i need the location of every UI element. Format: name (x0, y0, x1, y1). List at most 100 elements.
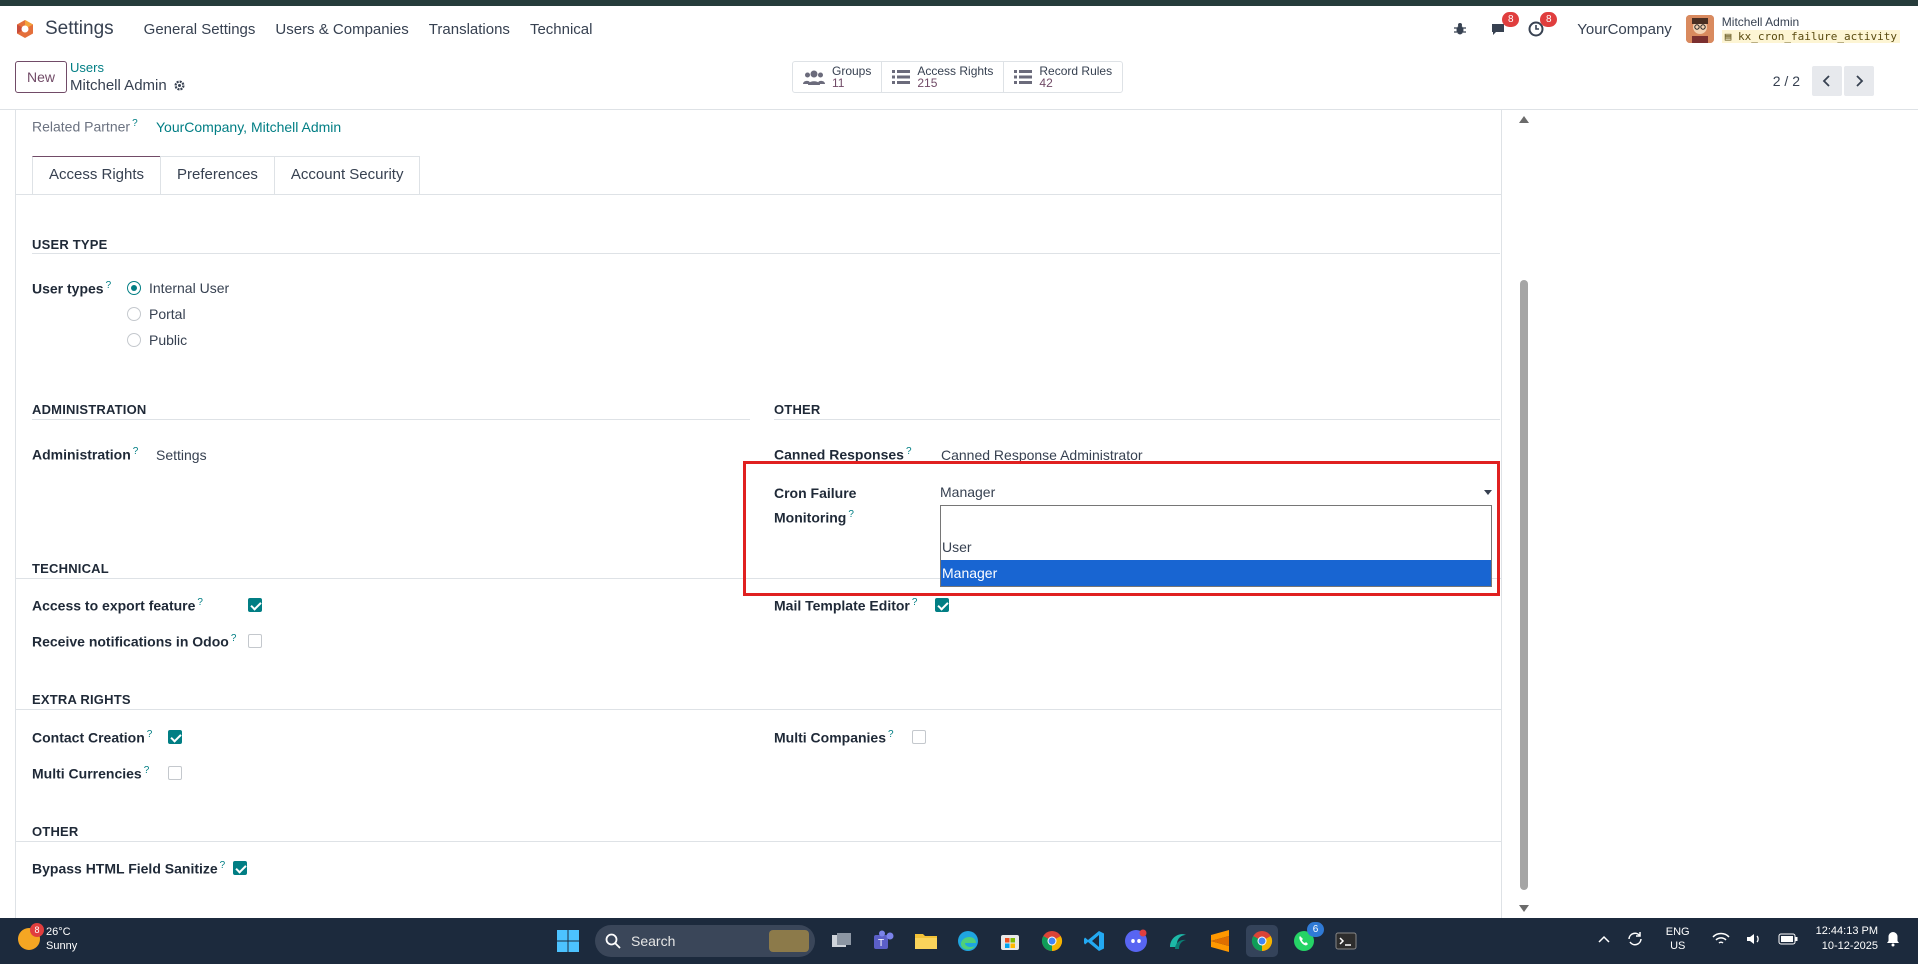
stat-groups-value: 11 (832, 76, 845, 90)
weather-temp: 26°C (46, 926, 71, 938)
search-highlight-icon (769, 930, 809, 952)
notification-bell-icon[interactable] (1886, 931, 1900, 947)
user-avatar[interactable] (1685, 15, 1714, 43)
scroll-up-arrow-icon[interactable] (1519, 116, 1529, 123)
multi-currencies-checkbox[interactable] (168, 766, 182, 780)
pager-previous-button[interactable] (1812, 66, 1842, 96)
menu-users-companies[interactable]: Users & Companies (265, 21, 418, 38)
tab-preferences[interactable]: Preferences (160, 156, 275, 194)
breadcrumb-users[interactable]: Users (70, 60, 104, 75)
microsoft-store-icon[interactable] (994, 925, 1026, 957)
breadcrumb-current-label: Mitchell Admin (70, 77, 167, 94)
chat-badge: 8 (1502, 12, 1520, 27)
main-navbar: Settings General Settings Users & Compan… (0, 6, 1918, 52)
chrome-active-icon[interactable] (1246, 925, 1278, 957)
chat-icon[interactable]: 8 (1487, 12, 1520, 40)
bypass-html-sanitize-checkbox[interactable] (233, 861, 247, 875)
discord-icon[interactable] (1120, 925, 1152, 957)
pager-next-button[interactable] (1844, 66, 1874, 96)
windows-taskbar: 8 26°C Sunny Search T 6 ENG US 12:44:13 PM… (0, 918, 1918, 964)
file-explorer-icon[interactable] (910, 925, 942, 957)
volume-icon[interactable] (1746, 932, 1762, 946)
multi-companies-label: Multi Companies? (774, 729, 894, 746)
section-divider (16, 709, 1501, 710)
radio-button[interactable] (127, 333, 141, 347)
battery-icon[interactable] (1778, 933, 1798, 945)
edge-icon[interactable] (952, 925, 984, 957)
related-partner-link[interactable]: YourCompany, Mitchell Admin (156, 119, 341, 135)
tab-access-rights[interactable]: Access Rights (32, 156, 162, 194)
radio-internal-user[interactable]: Internal User (127, 280, 229, 296)
wifi-icon[interactable] (1712, 932, 1730, 946)
chevron-left-icon (1822, 75, 1830, 87)
search-placeholder: Search (631, 933, 676, 949)
scroll-thumb[interactable] (1520, 280, 1528, 890)
menu-translations[interactable]: Translations (419, 21, 520, 38)
taskbar-search[interactable]: Search (595, 925, 815, 957)
sublime-text-icon[interactable] (1204, 925, 1236, 957)
app-name[interactable]: Settings (45, 18, 114, 40)
pager-value[interactable]: 2 / 2 (1773, 73, 1800, 89)
chevron-right-icon (1856, 75, 1864, 87)
user-name: Mitchell Admin (1721, 15, 1800, 29)
vscode-icon[interactable] (1078, 925, 1110, 957)
weather-desc: Sunny (46, 940, 78, 952)
related-partner-label: Related Partner? (32, 118, 138, 135)
new-button[interactable]: New (15, 61, 67, 93)
export-feature-checkbox[interactable] (248, 598, 262, 612)
stat-groups-button[interactable]: Groups 11 (793, 62, 883, 92)
menu-general-settings[interactable]: General Settings (134, 21, 266, 38)
export-feature-label: Access to export feature? (32, 597, 203, 614)
activity-clock-icon[interactable]: 8 (1525, 12, 1558, 40)
sync-icon[interactable] (1626, 930, 1644, 948)
section-technical: TECHNICAL (32, 561, 109, 576)
vertical-scrollbar[interactable] (1516, 110, 1532, 918)
stat-access-rights-button[interactable]: Access Rights 215 (882, 62, 1005, 92)
scroll-down-arrow-icon[interactable] (1519, 905, 1529, 912)
sun-icon: 8 (18, 923, 44, 950)
contact-creation-checkbox[interactable] (168, 730, 182, 744)
section-user-type: USER TYPE (32, 237, 108, 252)
bug-icon[interactable] (1449, 18, 1471, 40)
teams-icon[interactable]: T (868, 925, 900, 957)
language-indicator[interactable]: ENG US (1666, 925, 1690, 953)
multi-companies-checkbox[interactable] (912, 730, 926, 744)
administration-label: Administration? (32, 446, 139, 463)
chrome-icon[interactable] (1036, 925, 1068, 957)
task-view-icon[interactable] (826, 925, 858, 957)
section-other-2: OTHER (32, 824, 79, 839)
terminal-icon[interactable] (1330, 925, 1362, 957)
contact-creation-label: Contact Creation? (32, 729, 153, 746)
radio-public[interactable]: Public (127, 332, 187, 348)
tab-account-security[interactable]: Account Security (273, 156, 421, 194)
stat-record-rules-button[interactable]: Record Rules 42 (1004, 62, 1122, 92)
smart-buttons: Groups 11 Access Rights 215 Record Rules 42 (792, 61, 1124, 93)
administration-select[interactable]: Settings (156, 447, 207, 463)
nav-right: 8 8 YourCompany Mitchell Admin ▤ kx_cron… (1441, 6, 1918, 52)
mail-template-editor-checkbox[interactable] (935, 598, 949, 612)
chevron-up-icon[interactable] (1598, 935, 1610, 943)
section-divider (32, 253, 1500, 254)
odoo-notifications-checkbox[interactable] (248, 634, 262, 648)
windows-start-icon[interactable] (552, 925, 584, 957)
user-menu[interactable]: Mitchell Admin ▤ kx_cron_failure_activit… (1721, 15, 1900, 43)
menu-technical[interactable]: Technical (520, 21, 603, 38)
company-switcher[interactable]: YourCompany (1577, 21, 1672, 38)
tabs-divider (16, 194, 1501, 195)
gear-icon[interactable] (173, 79, 186, 92)
mail-template-editor-label: Mail Template Editor? (774, 597, 918, 614)
pager: 2 / 2 (1773, 66, 1874, 96)
stat-record-rules-value: 42 (1039, 76, 1053, 90)
radio-button[interactable] (127, 307, 141, 321)
radio-portal[interactable]: Portal (127, 306, 186, 322)
system-clock[interactable]: 12:44:13 PM 10-12-2025 (1816, 924, 1878, 954)
section-divider (32, 419, 750, 420)
breadcrumb-current: Mitchell Admin (70, 77, 186, 94)
section-administration: ADMINISTRATION (32, 402, 147, 417)
weather-widget[interactable]: 8 26°C Sunny (18, 923, 78, 953)
whatsapp-icon[interactable]: 6 (1288, 922, 1324, 957)
radio-button[interactable] (127, 281, 141, 295)
wave-app-icon[interactable] (1162, 925, 1194, 957)
weather-badge: 8 (30, 923, 44, 937)
odoo-logo-icon[interactable] (15, 19, 35, 39)
